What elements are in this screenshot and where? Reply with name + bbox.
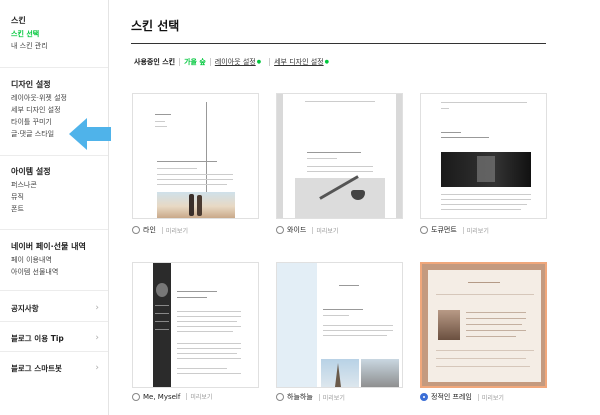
- new-dot-icon: ●: [256, 59, 262, 65]
- preview-link[interactable]: 미리보기: [190, 392, 212, 401]
- divider: [312, 226, 314, 234]
- sidebar-menu-notice[interactable]: 공지사항 ›: [11, 303, 99, 315]
- sidebar-item-gift-history[interactable]: 아이템 선물내역: [11, 266, 86, 278]
- divider: [269, 58, 271, 66]
- radio-button[interactable]: [132, 226, 140, 234]
- skin-thumb-wide[interactable]: [276, 93, 403, 219]
- radio-button-selected[interactable]: [420, 393, 428, 401]
- sidebar-item-personacon[interactable]: 퍼스나콘: [11, 179, 51, 191]
- skin-option-document[interactable]: 도큐먼트 미리보기: [420, 225, 489, 235]
- radio-button[interactable]: [132, 392, 140, 401]
- divider: [186, 393, 188, 400]
- main-content: 스킨 선택 사용중인 스킨 가을 숲 레이아웃 설정● 세부 디자인 설정●: [110, 0, 600, 415]
- skin-option-static-frame[interactable]: 정적인 프레임 미리보기: [420, 392, 504, 402]
- divider: [209, 58, 211, 66]
- sidebar-menu-label: 블로그 스마트봇: [11, 364, 62, 373]
- sidebar-item-skin-select[interactable]: 스킨 선택: [11, 28, 48, 40]
- preview-link[interactable]: 미리보기: [316, 226, 338, 235]
- skin-name: 도큐먼트: [431, 226, 457, 234]
- skin-name: 라인: [143, 226, 156, 234]
- sidebar-item-font[interactable]: 폰트: [11, 203, 51, 215]
- divider: [0, 290, 108, 291]
- sidebar-menu-label: 공지사항: [11, 304, 39, 313]
- sidebar-section-item: 아이템 설정 퍼스나콘 뮤직 폰트: [11, 166, 51, 215]
- skin-thumb-line[interactable]: [132, 93, 259, 219]
- sidebar-menu-label: 블로그 이용 Tip: [11, 334, 64, 343]
- sidebar-item-title-decorate[interactable]: 타이틀 꾸미기: [11, 116, 67, 128]
- divider: [0, 351, 108, 352]
- chevron-right-icon: ›: [95, 303, 99, 313]
- layout-settings-link[interactable]: 레이아웃 설정: [215, 57, 256, 67]
- title-divider: [131, 43, 546, 44]
- skin-thumb-static-frame[interactable]: [420, 262, 547, 388]
- sidebar-section-pay: 네이버 페이·선물 내역 페이 이용내역 아이템 선물내역: [11, 241, 86, 278]
- divider: [318, 393, 320, 401]
- skin-thumb-haneul[interactable]: [276, 262, 403, 388]
- radio-button[interactable]: [420, 226, 428, 234]
- preview-link[interactable]: 미리보기: [323, 393, 345, 402]
- detail-design-link[interactable]: 세부 디자인 설정: [274, 57, 324, 67]
- radio-button[interactable]: [276, 393, 284, 401]
- new-dot-icon: ●: [324, 59, 329, 65]
- page-title: 스킨 선택: [131, 19, 180, 33]
- divider: [0, 67, 108, 68]
- divider: [477, 393, 479, 401]
- sidebar-menu-smartbot[interactable]: 블로그 스마트봇 ›: [11, 363, 99, 375]
- sidebar: 스킨 스킨 선택 내 스킨 관리 디자인 설정 레이아웃·위젯 설정 세부 디자…: [0, 0, 109, 415]
- skin-option-me-myself[interactable]: Me, Myself 미리보기: [132, 392, 212, 401]
- preview-link[interactable]: 미리보기: [467, 226, 489, 235]
- skin-tabs: 사용중인 스킨 가을 숲 레이아웃 설정 ● 세부 디자인 설정 ●: [134, 57, 333, 67]
- skin-name: Me, Myself: [143, 392, 181, 401]
- chevron-right-icon: ›: [95, 363, 99, 373]
- sidebar-section-skin: 스킨 스킨 선택 내 스킨 관리: [11, 15, 48, 52]
- sidebar-section-design: 디자인 설정 레이아웃·위젯 설정 세부 디자인 설정 타이틀 꾸미기 글·댓글…: [11, 79, 67, 140]
- skin-thumb-me-myself[interactable]: [132, 262, 259, 388]
- skin-option-line[interactable]: 라인 미리보기: [132, 225, 188, 235]
- preview-link[interactable]: 미리보기: [482, 393, 504, 402]
- sidebar-heading-pay: 네이버 페이·선물 내역: [11, 242, 86, 251]
- divider: [161, 226, 163, 234]
- sidebar-item-post-style[interactable]: 글·댓글 스타일: [11, 128, 67, 140]
- sidebar-menu-tip[interactable]: 블로그 이용 Tip ›: [11, 333, 99, 345]
- divider: [462, 226, 464, 234]
- preview-link[interactable]: 미리보기: [166, 226, 188, 235]
- skin-name: 정적인 프레임: [431, 393, 472, 401]
- current-skin-label: 사용중인 스킨: [134, 58, 176, 66]
- chevron-right-icon: ›: [95, 333, 99, 343]
- arrow-pointer-icon: [69, 118, 111, 150]
- divider: [179, 58, 181, 66]
- divider: [0, 321, 108, 322]
- sidebar-heading-item: 아이템 설정: [11, 167, 51, 176]
- divider: [0, 229, 108, 230]
- sidebar-item-detail-design[interactable]: 세부 디자인 설정: [11, 104, 67, 116]
- skin-option-haneul[interactable]: 하늘하늘 미리보기: [276, 392, 345, 402]
- sidebar-item-music[interactable]: 뮤직: [11, 191, 51, 203]
- sidebar-item-my-skin[interactable]: 내 스킨 관리: [11, 40, 48, 52]
- divider: [0, 155, 108, 156]
- sidebar-heading-design: 디자인 설정: [11, 80, 51, 89]
- radio-button[interactable]: [276, 226, 284, 234]
- app: 스킨 스킨 선택 내 스킨 관리 디자인 설정 레이아웃·위젯 설정 세부 디자…: [0, 0, 600, 415]
- sidebar-item-pay-history[interactable]: 페이 이용내역: [11, 254, 86, 266]
- sidebar-item-layout-widget[interactable]: 레이아웃·위젯 설정: [11, 92, 67, 104]
- skin-thumb-document[interactable]: [420, 93, 547, 219]
- skin-name: 와이드: [287, 226, 307, 234]
- skin-option-wide[interactable]: 와이드 미리보기: [276, 225, 338, 235]
- current-skin-name: 가을 숲: [184, 58, 206, 66]
- skin-name: 하늘하늘: [287, 393, 313, 401]
- sidebar-heading-skin: 스킨: [11, 16, 26, 25]
